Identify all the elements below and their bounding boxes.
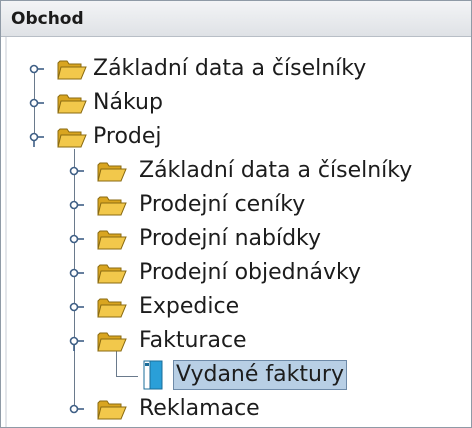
tree-connector-leaf	[116, 376, 138, 377]
tree-expanded-handle-icon[interactable]	[25, 127, 45, 147]
folder-open-icon	[57, 60, 87, 80]
folder-open-icon	[97, 162, 127, 182]
folder-open-icon	[97, 264, 127, 284]
tree-collapsed-handle-icon[interactable]	[65, 297, 85, 317]
tree-collapsed-handle-icon[interactable]	[65, 229, 85, 249]
tree-node-prodejni-nabidky[interactable]: Prodejní nabídky	[63, 222, 363, 256]
navigation-tree[interactable]: Základní data a číselníky Nákup Prodej Z…	[1, 37, 471, 427]
tree-node-fakturace[interactable]: Fakturace	[63, 324, 313, 358]
panel-header: Obchod	[1, 1, 471, 37]
tree-node-prodejni-ceniky[interactable]: Prodejní ceníky	[63, 188, 363, 222]
tree-node-label: Expedice	[139, 294, 240, 319]
tree-collapsed-handle-icon[interactable]	[65, 195, 85, 215]
folder-open-icon	[97, 230, 127, 250]
tree-node-label-selected: Vydané faktury	[173, 360, 347, 390]
tree-collapsed-handle-icon[interactable]	[65, 161, 85, 181]
folder-open-icon	[97, 400, 127, 420]
tree-node-vydane-faktury[interactable]: Vydané faktury	[141, 358, 401, 392]
folder-open-icon	[57, 94, 87, 114]
tree-collapsed-handle-icon[interactable]	[25, 59, 45, 79]
tree-node-reklamace[interactable]: Reklamace	[63, 392, 313, 426]
tree-node-label: Prodejní ceníky	[139, 192, 306, 217]
tree-expanded-handle-icon[interactable]	[65, 331, 85, 351]
panel-title: Obchod	[11, 9, 84, 29]
tree-collapsed-handle-icon[interactable]	[65, 399, 85, 419]
tree-node-zakladni-data[interactable]: Základní data a číselníky	[23, 52, 423, 86]
tree-node-label: Fakturace	[139, 328, 247, 353]
tree-node-prodej[interactable]: Prodej	[23, 120, 223, 154]
document-icon	[143, 360, 163, 390]
folder-open-icon	[97, 298, 127, 318]
tree-panel: Obchod Základní data a číselníky Nákup P…	[0, 0, 472, 428]
tree-collapsed-handle-icon[interactable]	[65, 263, 85, 283]
tree-node-label: Prodejní nabídky	[139, 226, 322, 251]
tree-node-label: Nákup	[93, 90, 163, 115]
tree-node-label: Základní data a číselníky	[139, 158, 413, 183]
tree-node-label: Prodejní objednávky	[139, 260, 362, 285]
tree-node-label: Základní data a číselníky	[93, 56, 367, 81]
tree-node-prodejni-objednavky[interactable]: Prodejní objednávky	[63, 256, 413, 290]
folder-open-icon	[97, 332, 127, 352]
tree-node-nakup[interactable]: Nákup	[23, 86, 223, 120]
tree-node-label: Prodej	[93, 124, 162, 149]
folder-open-icon	[97, 196, 127, 216]
folder-open-icon	[57, 128, 87, 148]
tree-node-label: Reklamace	[139, 396, 260, 421]
tree-node-expedice[interactable]: Expedice	[63, 290, 313, 324]
tree-node-prodej-zakladni-data[interactable]: Základní data a číselníky	[63, 154, 463, 188]
tree-collapsed-handle-icon[interactable]	[25, 93, 45, 113]
